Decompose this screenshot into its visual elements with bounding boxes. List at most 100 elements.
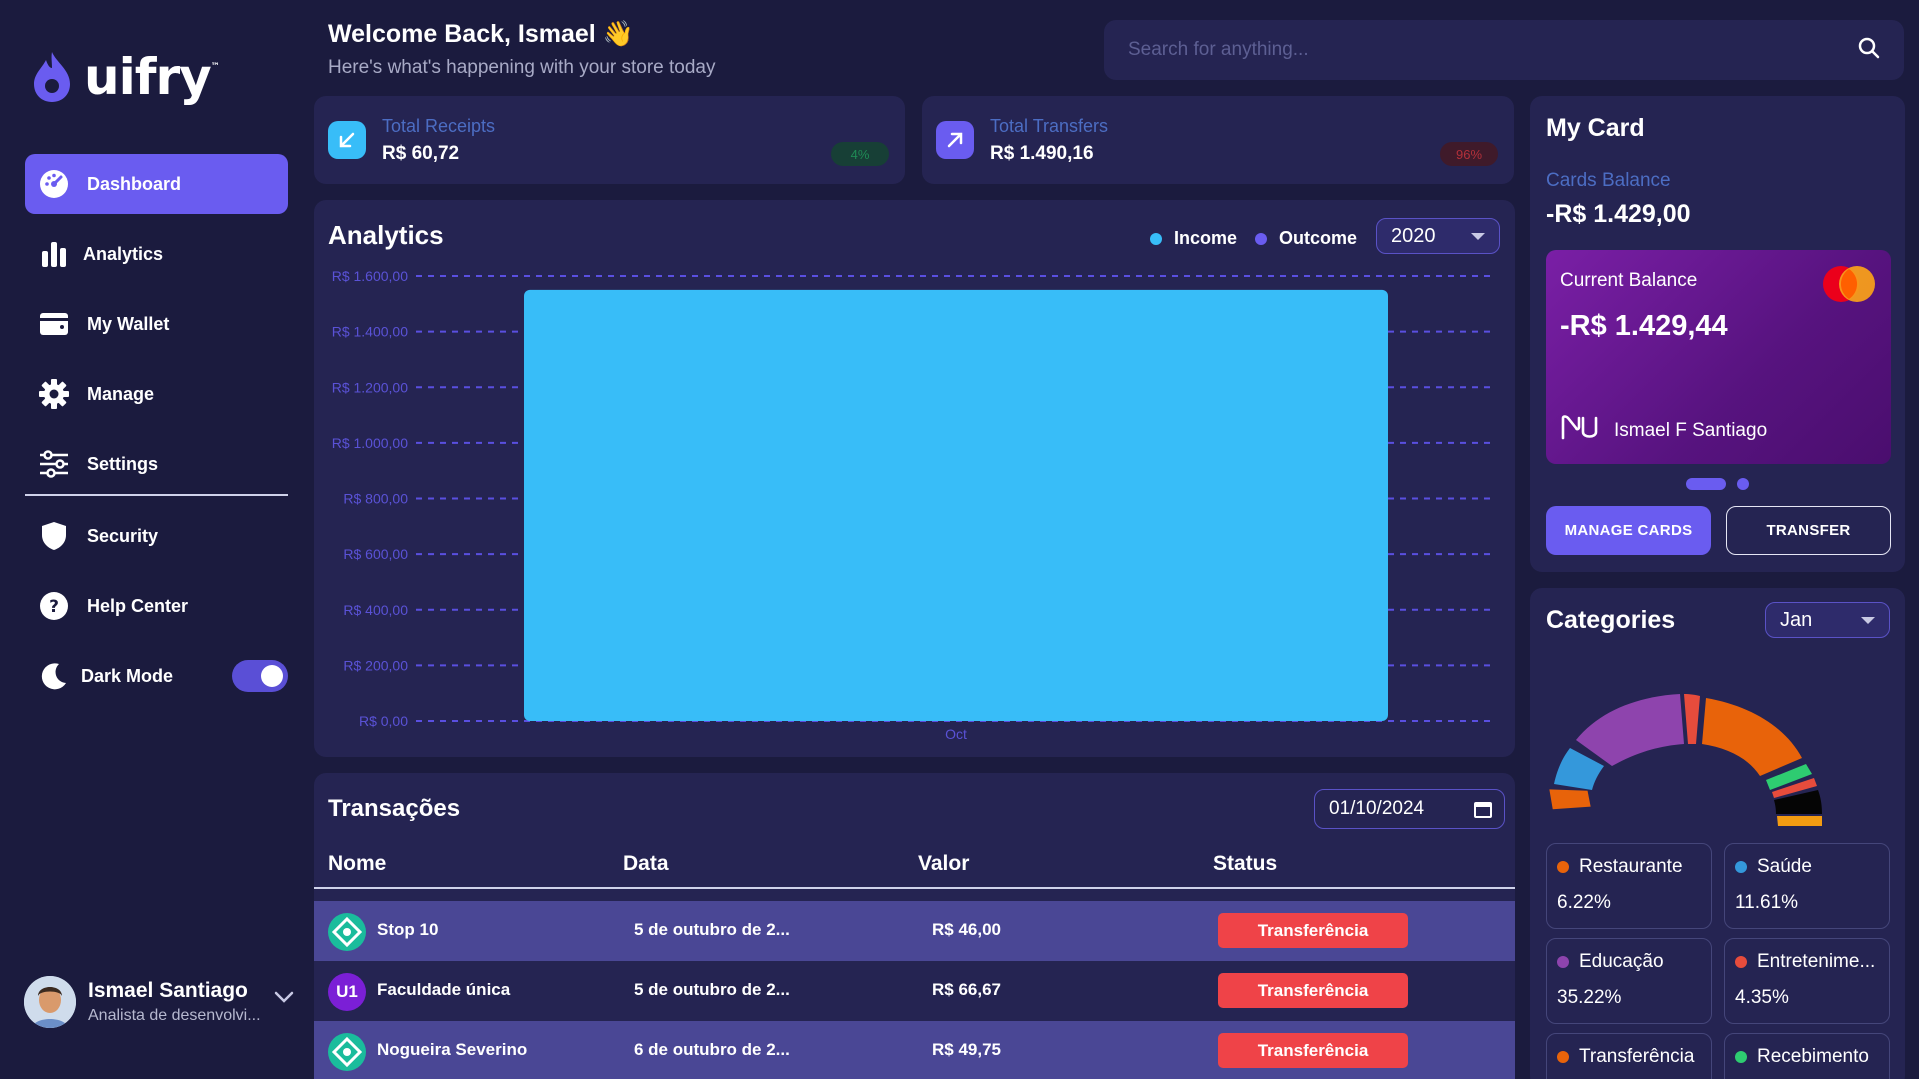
column-header-nome[interactable]: Nome: [328, 852, 386, 876]
sliders-icon: [39, 449, 69, 479]
sidebar-item-dashboard[interactable]: Dashboard: [25, 154, 288, 214]
category-name: Restaurante: [1579, 856, 1683, 877]
y-tick-label: R$ 1.000,00: [332, 435, 408, 451]
sidebar: uifry™ Dashboard Analytics My Wallet Man…: [0, 0, 312, 1079]
moon-icon: [39, 661, 69, 691]
status-badge: 4%: [831, 142, 889, 166]
status-badge[interactable]: Transferência: [1218, 1033, 1408, 1068]
y-tick-label: R$ 400,00: [343, 602, 408, 618]
flame-logo-icon: [34, 52, 70, 102]
status-badge[interactable]: Transferência: [1218, 973, 1408, 1008]
card-balance-value: -R$ 1.429,44: [1560, 310, 1728, 342]
bar-chart-icon: [39, 239, 69, 269]
column-header-data[interactable]: Data: [623, 852, 669, 876]
user-role: Analista de desenvolvi...: [88, 1007, 261, 1024]
search-icon[interactable]: [1858, 37, 1880, 64]
chart-bar[interactable]: [524, 289, 1388, 721]
analytics-panel: Analytics Income Outcome 2020 R$ 0,00 R$ …: [314, 200, 1515, 757]
welcome-header: Welcome Back, Ismael 👋 Here's what's hap…: [328, 20, 715, 79]
search-bar: [1104, 20, 1904, 80]
category-entretenimento[interactable]: Entretenime... 4.35%: [1724, 938, 1890, 1024]
category-value: 35.22%: [1557, 987, 1622, 1008]
y-tick-label: R$ 200,00: [343, 657, 408, 673]
search-input[interactable]: [1128, 39, 1858, 61]
user-profile[interactable]: Ismael Santiago Analista de desenvolvi..…: [24, 972, 294, 1032]
brand-logo[interactable]: uifry™: [30, 48, 220, 106]
transaction-name: Stop 10: [377, 920, 439, 939]
gauge-segment-restaurante: [1549, 789, 1591, 810]
brand-name: uifry™: [84, 48, 220, 106]
y-tick-label: R$ 1.600,00: [332, 268, 408, 284]
cards-balance-label: Cards Balance: [1546, 170, 1671, 191]
y-tick-label: R$ 0,00: [359, 713, 408, 729]
x-tick-label: Oct: [945, 726, 967, 742]
table-row[interactable]: Nogueira Severino 6 de outubro de 2... R…: [314, 1021, 1515, 1079]
avatar: [24, 976, 76, 1028]
transaction-name: Faculdade única: [377, 980, 511, 999]
category-value: 11.61%: [1735, 892, 1799, 913]
chevron-down-icon[interactable]: [274, 990, 294, 1009]
stat-value: R$ 60,72: [382, 142, 460, 164]
dark-mode-label: Dark Mode: [81, 665, 174, 686]
column-header-status[interactable]: Status: [1213, 852, 1277, 876]
gauge-segment-yellow: [1777, 816, 1822, 826]
card-balance-label: Current Balance: [1560, 270, 1698, 291]
gear-icon: [39, 379, 69, 409]
stat-label: Total Transfers: [990, 115, 1109, 136]
column-header-valor[interactable]: Valor: [918, 852, 969, 876]
sidebar-divider: [25, 494, 288, 496]
category-name: Transferência: [1579, 1046, 1695, 1067]
shield-icon: [39, 521, 69, 551]
dark-mode-toggle[interactable]: [232, 660, 288, 692]
category-name: Educação: [1579, 951, 1664, 972]
status-badge: 96%: [1440, 142, 1498, 166]
category-educacao[interactable]: Educação 35.22%: [1546, 938, 1712, 1024]
category-restaurante[interactable]: Restaurante 6.22%: [1546, 843, 1712, 929]
sidebar-item-my-wallet[interactable]: My Wallet: [25, 294, 288, 354]
table-row[interactable]: U1 Faculdade única 5 de outubro de 2... …: [314, 961, 1515, 1021]
sidebar-item-security[interactable]: Security: [25, 506, 288, 566]
merchant-logo: [328, 913, 366, 951]
category-name: Entretenime...: [1757, 951, 1876, 972]
category-saude[interactable]: Saúde 11.61%: [1724, 843, 1890, 929]
table-row[interactable]: Stop 10 5 de outubro de 2... R$ 46,00 Tr…: [314, 901, 1515, 961]
sidebar-item-settings[interactable]: Settings: [25, 434, 288, 494]
carousel-dot[interactable]: [1737, 478, 1749, 490]
sidebar-item-manage[interactable]: Manage: [25, 364, 288, 424]
chevron-down-icon: [1861, 617, 1875, 624]
date-filter-input[interactable]: 01/10/2024: [1314, 789, 1505, 829]
y-tick-label: R$ 1.200,00: [332, 379, 408, 395]
calendar-icon: [1474, 800, 1492, 824]
manage-cards-button[interactable]: MANAGE CARDS: [1546, 506, 1711, 555]
carousel-dot-active[interactable]: [1686, 478, 1726, 490]
category-value: 4.35%: [1735, 987, 1789, 1008]
sidebar-item-label: Security: [87, 525, 159, 546]
category-recebimento[interactable]: Recebimento: [1724, 1033, 1890, 1079]
month-select[interactable]: Jan: [1765, 602, 1890, 638]
svg-text:?: ?: [49, 597, 59, 617]
categories-title: Categories: [1546, 606, 1676, 634]
category-name: Saúde: [1757, 856, 1812, 877]
credit-card[interactable]: Current Balance -R$ 1.429,44 Ismael F Sa…: [1546, 250, 1891, 464]
sidebar-item-label: Manage: [87, 383, 155, 404]
transfer-button[interactable]: TRANSFER: [1726, 506, 1891, 555]
sidebar-item-label: Analytics: [83, 243, 164, 264]
merchant-logo: U1: [328, 973, 366, 1011]
sidebar-item-analytics[interactable]: Analytics: [25, 224, 288, 284]
status-badge[interactable]: Transferência: [1218, 913, 1408, 948]
category-dot: [1557, 861, 1569, 873]
transaction-value: R$ 66,67: [932, 980, 1001, 999]
category-dot: [1735, 1051, 1747, 1063]
category-transferencia[interactable]: Transferência: [1546, 1033, 1712, 1079]
categories-gauge-chart: [1549, 694, 1822, 826]
help-icon: ?: [39, 591, 69, 621]
category-value: 6.22%: [1557, 892, 1611, 913]
my-card-title: My Card: [1546, 114, 1645, 142]
dashboard-icon: [39, 169, 69, 199]
card-holder-name: Ismael F Santiago: [1614, 420, 1768, 441]
wallet-icon: [39, 309, 69, 339]
sidebar-item-help-center[interactable]: ? Help Center: [25, 576, 288, 636]
arrow-up-right-icon: [936, 121, 974, 159]
stat-value: R$ 1.490,16: [990, 142, 1094, 164]
y-tick-label: R$ 600,00: [343, 546, 408, 562]
